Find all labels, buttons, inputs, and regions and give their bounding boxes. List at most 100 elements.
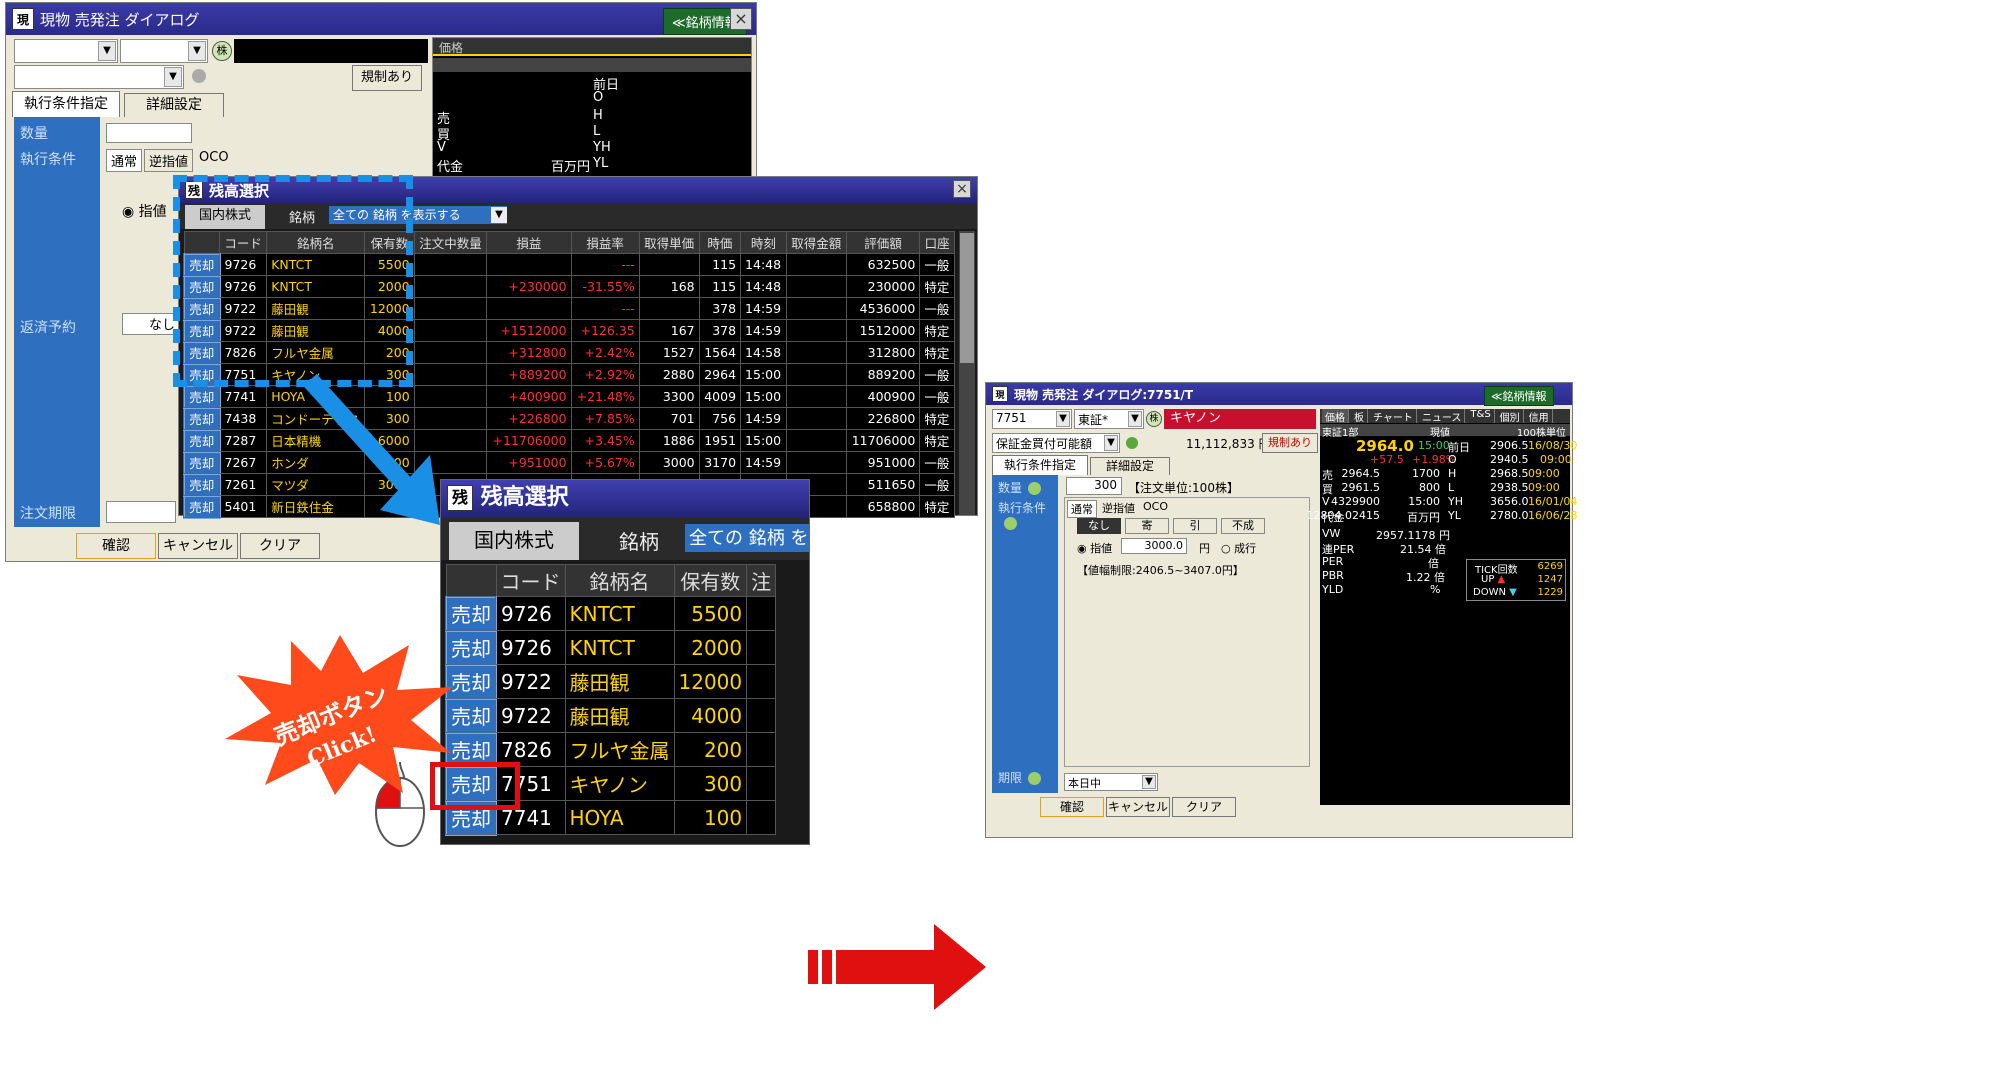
zoom-cell-ordering [746,630,777,665]
limit-label: 指値 [138,204,167,220]
result-expiry-combo[interactable]: 本日中 ▼ [1064,773,1158,791]
result-tab-detail[interactable]: 詳細設定 [1090,457,1170,475]
zoom-tab-domestic[interactable]: 国内株式 [449,522,579,560]
sell-button[interactable]: 売却 [183,406,221,431]
zoom-cell-name: KNTCT [564,596,675,631]
exec-button-funari[interactable]: 不成 [1221,518,1265,534]
zoom-header-cell[interactable]: コード [495,564,566,597]
balance-header-cell[interactable]: 取得金額 [785,231,847,254]
result-tab-normal[interactable]: 通常 [1067,500,1097,518]
result-cancel-button[interactable]: キャンセル [1106,797,1170,817]
confirm-button[interactable]: 確認 [76,533,156,559]
sell-button[interactable]: 売却 [183,384,221,409]
zoom-header-cell[interactable]: 銘柄名 [564,564,675,597]
cell-amount [785,341,847,364]
scrollbar[interactable] [959,231,975,515]
cell-acct: 特定 [919,275,955,298]
exec-button-open[interactable]: 寄 [1125,518,1169,534]
zoom-table-row[interactable]: 売却 9722 藤田観 4000 [445,697,777,734]
result-limit-price[interactable]: 3000.0 [1121,538,1187,554]
zoom-header-cell[interactable] [445,564,497,597]
cell-amount [785,253,847,276]
zoom-cell-name: 藤田観 [564,698,675,733]
balance-header-cell[interactable]: 損益率 [570,231,640,254]
side-label-exec: 執行条件 [20,152,76,168]
sell-button[interactable]: 売却 [183,472,221,497]
tab-exec-conditions[interactable]: 執行条件指定 [12,91,120,117]
expiry-field[interactable] [106,501,176,523]
balance-header-cell[interactable]: 損益 [486,231,572,254]
result-market-combo[interactable]: 東証* ▼ [1074,409,1144,429]
balance-close-icon[interactable]: × [953,180,971,198]
balance-header-cell[interactable]: 評価額 [845,231,921,254]
balance-header-cell[interactable]: 取得単価 [638,231,700,254]
price-tab[interactable]: 板 [1351,409,1368,424]
balance-header-cell[interactable]: 時価 [698,231,742,254]
chevron-down-icon[interactable]: ▼ [491,207,507,223]
cell-value: 951000 [845,451,921,474]
cell-rate: +126.35 [570,319,640,342]
result-confirm-button[interactable]: 確認 [1040,797,1104,817]
zoom-table-row[interactable]: 売却 9726 KNTCT 5500 [445,595,777,632]
market-combo[interactable]: ▼ [120,39,208,63]
balance-header-cell[interactable]: 注文中数量 [413,231,488,254]
code-combo[interactable]: ▼ [14,39,118,63]
zoom-header-cell[interactable]: 保有数 [673,564,748,597]
regulation-button[interactable]: 規制あり [352,65,422,91]
result-stock-icon[interactable]: 株 [1146,411,1162,427]
tab-stop[interactable]: 逆指値 [144,149,194,172]
zoom-table-row[interactable]: 売却 9722 藤田観 12000 [445,663,777,700]
price-tabs: 価格 [433,38,751,56]
result-account-combo[interactable]: 保証金買付可能額 ▼ [992,433,1120,453]
quote-p: 2938.5 [1490,481,1529,494]
result-tab-stop[interactable]: 逆指値 [1099,500,1138,518]
result-tab-exec[interactable]: 執行条件指定 [992,455,1088,475]
quote-v: 2964.5 [1341,467,1381,480]
zoom-table-row[interactable]: 売却 9726 KNTCT 2000 [445,629,777,666]
sell-button[interactable]: 売却 [183,428,221,453]
price-tab[interactable]: T&S [1467,409,1495,423]
balance-header-cell[interactable]: 口座 [919,231,955,254]
cell-time: 14:48 [740,275,787,298]
cell-rate: --- [570,253,640,276]
result-brand-info-button[interactable]: ≪銘柄情報 [1484,386,1554,406]
price-tab[interactable]: 個別 [1497,409,1524,424]
result-limit-radio[interactable]: ◉ 指値 [1077,540,1112,556]
account-combo[interactable]: ▼ [14,65,184,89]
zoom-sell-button[interactable]: 売却 [445,595,497,632]
price-tab[interactable]: チャート [1370,409,1417,424]
exec-button-close[interactable]: 引 [1173,518,1217,534]
close-icon[interactable]: × [730,8,752,30]
sell-button[interactable]: 売却 [183,450,221,475]
result-market-radio[interactable]: ○ 成行 [1221,540,1256,556]
result-qty-input[interactable]: 300 [1066,477,1122,495]
result-code-combo[interactable]: 7751 ▼ [992,409,1072,429]
cell-amount [785,407,847,430]
price-tab[interactable]: 価格 [1322,409,1349,424]
zoom-cell-qty: 200 [673,732,748,767]
tab-price[interactable]: 価格 [433,41,469,55]
qty-input[interactable] [106,123,192,143]
cancel-button[interactable]: キャンセル [158,533,238,559]
tab-detail-settings[interactable]: 詳細設定 [124,93,224,117]
help-icon [1028,482,1042,495]
side-label-expiry: 注文期限 [20,506,76,522]
tick-box: TICK回数 6269 UP ▲ 1247 DOWN ▼ 1229 [1466,559,1566,601]
sell-button[interactable]: 売却 [183,494,221,519]
price-tab[interactable]: ニュース [1419,409,1466,424]
price-tab[interactable]: 信用 [1526,409,1553,424]
balance-header-cell[interactable]: 時刻 [740,231,787,254]
stock-icon[interactable]: 株 [212,41,232,61]
result-clear-button[interactable]: クリア [1172,797,1236,817]
quote-k: L [1448,481,1455,494]
cell-value: 511650 [845,473,921,496]
result-regulation-button[interactable]: 規制あり [1262,433,1318,453]
result-tab-oco[interactable]: OCO [1140,500,1171,518]
zoom-brand-select[interactable]: 全ての 銘柄 を [685,524,809,552]
limit-radio[interactable]: ◉ 指値 [122,201,167,221]
quote-p: 2780.0 [1490,509,1529,522]
exec-button-none[interactable]: なし [1077,518,1121,534]
tab-oco[interactable]: OCO [195,149,233,172]
tab-normal[interactable]: 通常 [106,149,143,172]
zoom-header-cell[interactable]: 注 [746,564,777,597]
